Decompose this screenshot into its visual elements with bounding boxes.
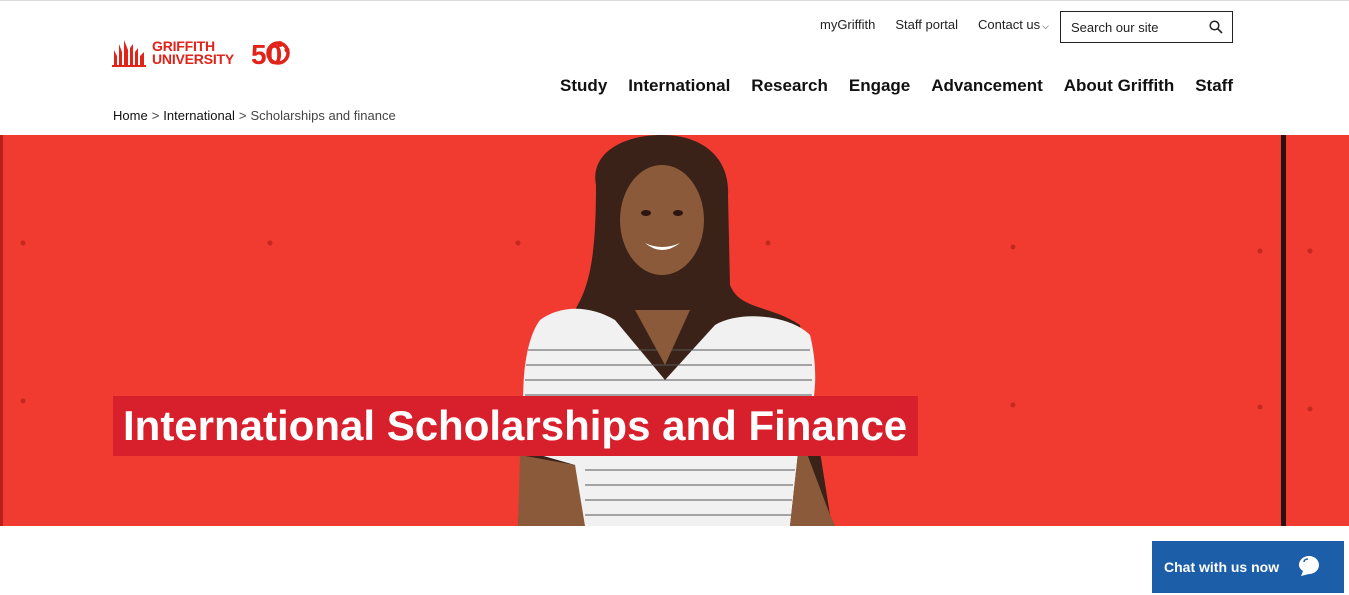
nav-about-griffith[interactable]: About Griffith <box>1064 76 1174 96</box>
hero-banner: International Scholarships and Finance <box>0 135 1349 526</box>
breadcrumb: Home > International > Scholarships and fina… <box>113 108 396 123</box>
logo-line-2: UNIVERSITY <box>152 51 235 67</box>
nav-staff[interactable]: Staff <box>1195 76 1233 96</box>
contact-us-label: Contact us <box>978 17 1041 32</box>
logo-wordmark: GRIFFITH UNIVERSITY <box>152 39 235 67</box>
breadcrumb-international[interactable]: International <box>163 108 235 123</box>
contact-us-link[interactable]: Contact us ⌵ <box>978 17 1049 32</box>
nav-advancement[interactable]: Advancement <box>931 76 1042 96</box>
hero-image <box>0 135 1349 526</box>
nav-study[interactable]: Study <box>560 76 607 96</box>
main-nav: Study International Research Engage Adva… <box>560 76 1233 96</box>
breadcrumb-separator: > <box>238 108 247 123</box>
chat-bubble-icon <box>1299 556 1319 576</box>
utility-nav: myGriffith Staff portal Contact us ⌵ <box>820 17 1049 32</box>
mygriffith-link[interactable]: myGriffith <box>820 17 875 32</box>
page-title: International Scholarships and Finance <box>113 396 919 456</box>
breadcrumb-separator: > <box>151 108 160 123</box>
staff-portal-link[interactable]: Staff portal <box>895 17 958 32</box>
top-border <box>0 0 1349 1</box>
nav-engage[interactable]: Engage <box>849 76 910 96</box>
nav-international[interactable]: International <box>628 76 730 96</box>
nav-research[interactable]: Research <box>751 76 828 96</box>
search-box <box>1060 11 1233 43</box>
search-input[interactable] <box>1071 19 1201 35</box>
griffith-emblem-icon <box>112 40 146 67</box>
anniversary-50-icon: 50 <box>251 39 290 68</box>
chevron-down-icon: ⌵ <box>1042 21 1049 31</box>
griffith-logo[interactable]: GRIFFITH UNIVERSITY 50 <box>112 36 294 70</box>
breadcrumb-home[interactable]: Home <box>113 108 148 123</box>
chat-with-us-button[interactable]: Chat with us now <box>1152 541 1344 593</box>
search-icon[interactable] <box>1209 20 1223 34</box>
breadcrumb-current: Scholarships and finance <box>250 108 396 123</box>
chat-label: Chat with us now <box>1164 559 1280 575</box>
